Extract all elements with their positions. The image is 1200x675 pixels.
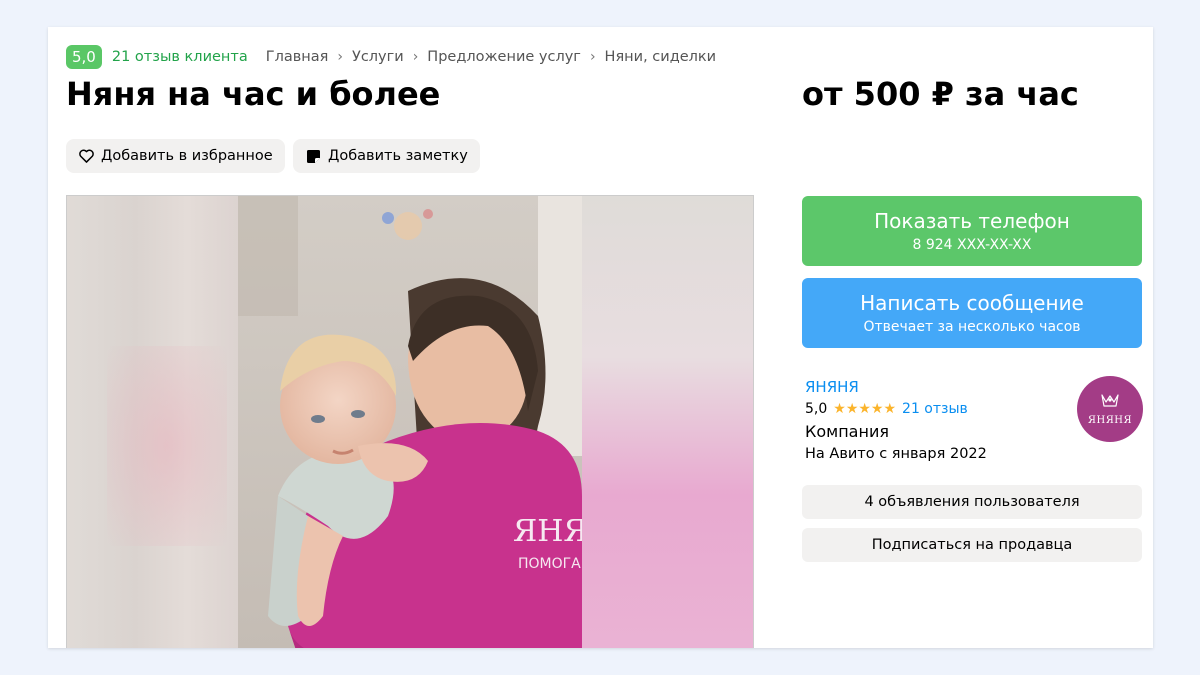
breadcrumb-services[interactable]: Услуги — [352, 49, 404, 65]
add-favorite-label: Добавить в избранное — [101, 148, 273, 164]
gallery-blur-left — [67, 196, 238, 648]
response-time: Отвечает за несколько часов — [863, 318, 1081, 335]
heart-icon — [78, 148, 94, 164]
shirt-text-1: ЯНЯ — [513, 514, 582, 549]
page-title: Няня на час и более — [66, 75, 441, 113]
rating-badge: 5,0 — [66, 45, 102, 69]
shirt-text-2: ПОМОГАН — [518, 556, 582, 572]
breadcrumb-offers[interactable]: Предложение услуг — [427, 49, 581, 65]
subscribe-seller-label: Подписаться на продавца — [871, 537, 1073, 553]
user-listings-button[interactable]: 4 объявления пользователя — [802, 485, 1142, 519]
seller-since: На Авито с января 2022 — [805, 446, 987, 462]
reviews-link[interactable]: 21 отзыв клиента — [112, 49, 248, 65]
gallery-blur-right — [582, 196, 753, 648]
logo-icon — [1100, 393, 1120, 413]
chevron-right-icon: › — [412, 49, 419, 65]
chevron-right-icon: › — [337, 49, 343, 65]
seller-rating: 5,0 — [805, 401, 828, 417]
note-icon — [305, 148, 321, 164]
avatar[interactable]: ЯНЯНЯ — [1077, 376, 1143, 442]
user-listings-label: 4 объявления пользователя — [864, 494, 1080, 510]
phone-number: 8 924 XXX-XX-XX — [912, 236, 1032, 253]
avatar-text: ЯНЯНЯ — [1087, 414, 1133, 426]
photo-gallery[interactable]: ЯНЯ ПОМОГАН — [66, 195, 754, 648]
listing-photo[interactable]: ЯНЯ ПОМОГАН — [238, 196, 582, 648]
write-message-label: Написать сообщение — [860, 290, 1084, 315]
chevron-right-icon: › — [589, 49, 596, 65]
listing-card: 5,0 21 отзыв клиента Главная › Услуги › … — [48, 27, 1153, 648]
add-favorite-button[interactable]: Добавить в избранное — [66, 139, 285, 173]
top-line: 5,0 21 отзыв клиента Главная › Услуги › … — [66, 45, 716, 69]
seller-reviews-link[interactable]: 21 отзыв — [902, 401, 968, 417]
star-icon: ★★★★★ — [833, 401, 897, 417]
price: от 500 ₽ за час — [802, 75, 1079, 113]
subscribe-seller-button[interactable]: Подписаться на продавца — [802, 528, 1142, 562]
photo-illustration: ЯНЯ ПОМОГАН — [238, 196, 582, 648]
add-note-label: Добавить заметку — [328, 148, 468, 164]
show-phone-label: Показать телефон — [874, 208, 1070, 233]
breadcrumb-home[interactable]: Главная — [266, 49, 329, 65]
breadcrumb-nannies[interactable]: Няни, сиделки — [605, 49, 717, 65]
show-phone-button[interactable]: Показать телефон 8 924 XXX-XX-XX — [802, 196, 1142, 266]
breadcrumb: Главная › Услуги › Предложение услуг › Н… — [266, 49, 716, 65]
write-message-button[interactable]: Написать сообщение Отвечает за несколько… — [802, 278, 1142, 348]
add-note-button[interactable]: Добавить заметку — [293, 139, 480, 173]
